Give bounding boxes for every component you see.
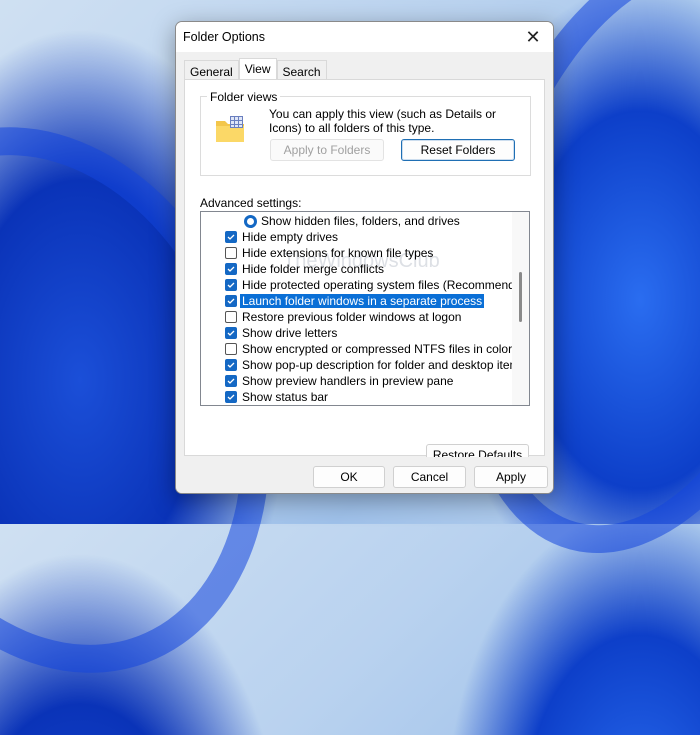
setting-label: Hide extensions for known file types	[242, 246, 434, 260]
folder-views-description: You can apply this view (such as Details…	[269, 107, 497, 135]
setting-label: Hide protected operating system files (R…	[242, 278, 530, 292]
setting-item[interactable]: Show hidden files, folders, and drives	[201, 213, 460, 229]
folder-views-label: Folder views	[207, 90, 281, 104]
checkbox[interactable]	[225, 327, 237, 339]
setting-item[interactable]: Show encrypted or compressed NTFS files …	[201, 341, 512, 357]
tab-search[interactable]: Search	[276, 60, 327, 80]
setting-item[interactable]: Hide empty drives	[201, 229, 338, 245]
tab-view[interactable]: View	[238, 58, 277, 80]
checkbox[interactable]	[225, 263, 237, 275]
reset-folders-button[interactable]: Reset Folders	[401, 139, 515, 161]
folder-options-dialog: Folder Options ✕ General View Search Fol…	[175, 21, 554, 494]
apply-button[interactable]: Apply	[474, 466, 548, 488]
checkbox[interactable]	[225, 247, 237, 259]
radio-button[interactable]	[244, 214, 257, 228]
view-tab-panel: Folder views You can apply this view (su…	[184, 79, 545, 466]
checkbox[interactable]	[225, 311, 237, 323]
advanced-settings-label: Advanced settings:	[200, 196, 302, 210]
checkmark-icon	[227, 378, 235, 384]
setting-item[interactable]: Restore previous folder windows at logon	[201, 309, 461, 325]
checkmark-icon	[227, 282, 235, 288]
checkbox[interactable]	[225, 279, 237, 291]
setting-item[interactable]: Launch folder windows in a separate proc…	[201, 293, 485, 309]
setting-item[interactable]: Show pop-up description for folder and d…	[201, 357, 526, 373]
checkbox[interactable]	[225, 295, 237, 307]
setting-label: Hide empty drives	[242, 230, 339, 244]
close-icon[interactable]: ✕	[513, 22, 553, 52]
setting-item[interactable]: Show preview handlers in preview pane	[201, 373, 453, 389]
ok-button[interactable]: OK	[313, 466, 385, 488]
checkmark-icon	[227, 330, 235, 336]
setting-item[interactable]: Show status bar	[201, 389, 328, 405]
setting-label: Restore previous folder windows at logon	[242, 310, 462, 324]
setting-item[interactable]: Show drive letters	[201, 325, 337, 341]
setting-item[interactable]: Hide extensions for known file types	[201, 245, 433, 261]
setting-label: Show pop-up description for folder and d…	[242, 358, 526, 372]
scrollbar-thumb[interactable]	[519, 272, 522, 322]
title-bar: Folder Options ✕	[176, 22, 553, 52]
setting-label: Launch folder windows in a separate proc…	[240, 294, 485, 308]
checkmark-icon	[227, 362, 235, 368]
checkmark-icon	[227, 394, 235, 400]
setting-item[interactable]: Hide folder merge conflicts	[201, 261, 384, 277]
setting-label: Show drive letters	[242, 326, 338, 340]
checkbox[interactable]	[225, 231, 237, 243]
cancel-button[interactable]: Cancel	[393, 466, 466, 488]
checkbox[interactable]	[225, 343, 237, 355]
window-title: Folder Options	[183, 30, 265, 44]
apply-to-folders-button[interactable]: Apply to Folders	[270, 139, 384, 161]
setting-label: Show hidden files, folders, and drives	[261, 214, 460, 228]
dialog-footer: OK Cancel Apply	[176, 457, 553, 493]
advanced-settings-list[interactable]: TheWindowsClub Show hidden files, folder…	[200, 211, 530, 406]
tab-general[interactable]: General	[184, 60, 239, 80]
scrollbar[interactable]	[512, 212, 529, 405]
folder-grid-icon	[216, 116, 244, 142]
setting-label: Show status bar	[242, 390, 329, 404]
checkmark-icon	[227, 298, 235, 304]
checkmark-icon	[227, 266, 235, 272]
setting-item[interactable]: Hide protected operating system files (R…	[201, 277, 530, 293]
setting-label: Show encrypted or compressed NTFS files …	[242, 342, 513, 356]
folder-views-group: Folder views You can apply this view (su…	[200, 90, 531, 176]
checkmark-icon	[227, 234, 235, 240]
tab-bar: General View Search	[184, 58, 327, 80]
checkbox[interactable]	[225, 375, 237, 387]
checkbox[interactable]	[225, 359, 237, 371]
setting-label: Hide folder merge conflicts	[242, 262, 385, 276]
setting-label: Show preview handlers in preview pane	[242, 374, 454, 388]
checkbox[interactable]	[225, 391, 237, 403]
